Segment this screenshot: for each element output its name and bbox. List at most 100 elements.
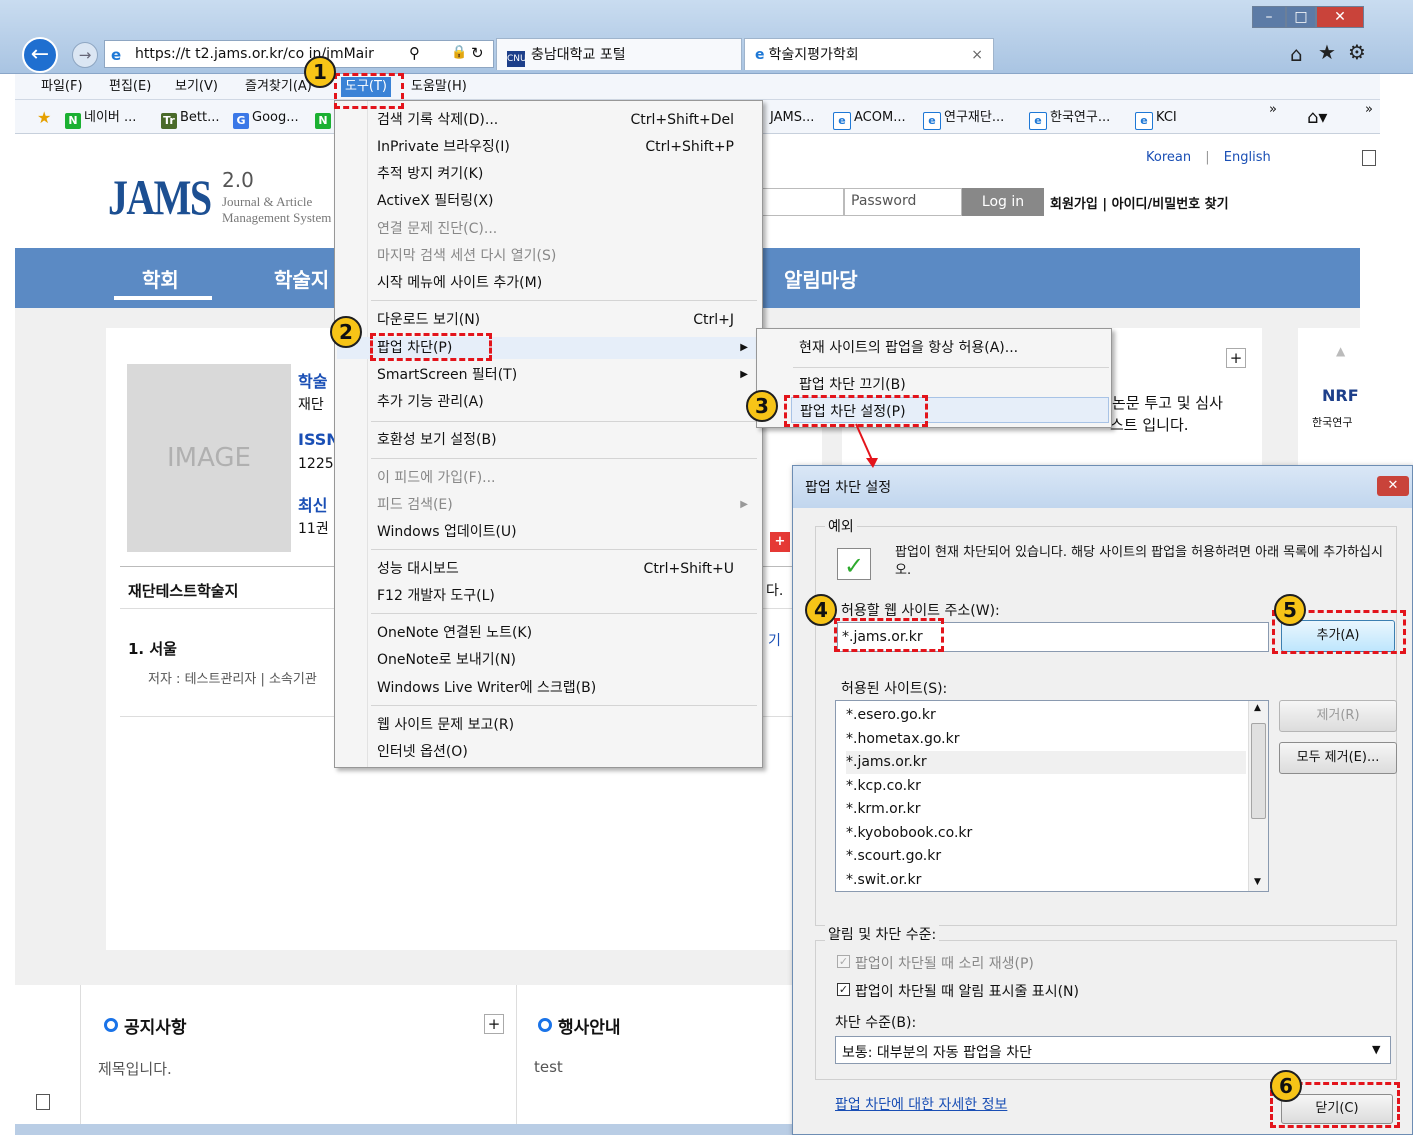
password-field[interactable]: Password <box>844 188 962 216</box>
fav-kci[interactable]: e KCI <box>1135 108 1177 130</box>
expand-plus-icon[interactable]: + <box>770 532 790 552</box>
page-scroll-down-icon[interactable] <box>36 1094 50 1110</box>
tab-close-icon[interactable]: × <box>971 39 983 71</box>
tools-menu-item[interactable]: 시작 메뉴에 사이트 추가(M) <box>337 272 760 294</box>
menu-file[interactable]: 파일(F) <box>37 77 87 97</box>
allowed-site-item[interactable]: *.kcp.co.kr <box>846 775 1246 798</box>
tools-menu-item[interactable]: 이 피드에 가입(F)... <box>337 467 760 489</box>
fav-bett[interactable]: Tr Bett... <box>161 108 220 129</box>
fav-naver2[interactable]: N <box>315 108 334 129</box>
tools-menu-item[interactable]: Windows Live Writer에 스크랩(B) <box>337 677 760 699</box>
allowed-site-item[interactable]: *.scourt.go.kr <box>846 845 1246 868</box>
tools-menu-item[interactable]: Windows 업데이트(U) <box>337 521 760 543</box>
journal-name-link[interactable]: 학술 <box>298 368 327 392</box>
allowed-site-item[interactable]: *.hometax.go.kr <box>846 728 1246 751</box>
tools-menu-item[interactable]: InPrivate 브라우징(I) Ctrl+Shift+P <box>337 136 760 158</box>
tab-jams[interactable]: e 학술지평가학회 × <box>744 38 994 70</box>
allowed-site-item[interactable]: *.krm.or.kr <box>846 798 1246 821</box>
nav-society[interactable]: 학회 <box>142 264 179 293</box>
tools-menu-item[interactable]: 추적 방지 켜기(K) <box>337 163 760 185</box>
more-info-link[interactable]: 팝업 차단에 대한 자세한 정보 <box>835 1094 1007 1114</box>
tab-portal[interactable]: CNU 충남대학교 포털 <box>496 38 742 70</box>
fav-chevron-icon[interactable]: » <box>1269 100 1277 120</box>
tools-menu-item[interactable]: 웹 사이트 문제 보고(R) <box>337 714 760 736</box>
back-button[interactable]: ← <box>22 37 58 73</box>
more-link[interactable]: 기 <box>768 630 781 650</box>
tools-menu-item[interactable]: 다운로드 보기(N) Ctrl+J <box>337 309 760 331</box>
dialog-close-button[interactable]: ✕ <box>1377 476 1409 496</box>
allowed-site-item[interactable]: *.esero.go.kr <box>846 704 1246 727</box>
jams-logo[interactable]: JAMS 2.0 Journal & Article Management Sy… <box>108 168 331 226</box>
fav-acom[interactable]: e ACOM... <box>833 108 906 130</box>
tools-menu-item[interactable]: OneNote로 보내기(N) <box>337 649 760 671</box>
search-icon[interactable]: ⚲ <box>409 44 420 62</box>
tools-menu-item[interactable]: SmartScreen 필터(T) ▶ <box>337 364 760 386</box>
submenu-separator <box>793 367 1109 368</box>
id-field[interactable] <box>762 188 844 216</box>
allowed-sites-list[interactable]: *.esero.go.kr *.hometax.go.kr *.jams.or.kr… <box>835 700 1269 892</box>
fav-jams[interactable]: JAMS... <box>770 108 814 128</box>
tools-menu-item[interactable]: 호환성 보기 설정(B) <box>337 429 760 451</box>
notice-plus-button[interactable]: + <box>484 1014 504 1034</box>
tools-menu-item[interactable]: F12 개발자 도구(L) <box>337 585 760 607</box>
tools-menu-item[interactable]: 피드 검색(E) ▶ <box>337 494 760 516</box>
fav-label: 네이버 ... <box>84 110 137 125</box>
remove-all-button[interactable]: 모두 제거(E)... <box>1279 742 1397 774</box>
address-bar[interactable]: e https://t t2.jams.or.kr/co in/jmMair ⚲… <box>104 40 494 68</box>
toolbar-chevron-icon[interactable]: » <box>1365 100 1373 120</box>
tools-menu-item[interactable]: 검색 기록 삭제(D)... Ctrl+Shift+Del <box>337 109 760 131</box>
banner-up-icon[interactable]: ▲ <box>1336 344 1345 358</box>
tools-menu-item[interactable]: 성능 대시보드 Ctrl+Shift+U <box>337 558 760 580</box>
login-button[interactable]: Log in <box>962 188 1044 216</box>
submenu-turn-off[interactable]: 팝업 차단 끄기(B) <box>799 374 906 394</box>
allowed-site-item[interactable]: *.swit.or.kr <box>846 869 1246 892</box>
notice-item-link[interactable]: 제목입니다. <box>98 1058 172 1079</box>
panel-plus-button[interactable]: + <box>1226 348 1246 368</box>
tools-menu-item[interactable]: 인터넷 옵션(O) <box>337 741 760 763</box>
scroll-down-icon[interactable]: ▼ <box>1254 877 1261 887</box>
nav-notice[interactable]: 알림마당 <box>784 264 858 293</box>
remove-button[interactable]: 제거(R) <box>1279 700 1397 732</box>
nav-journal[interactable]: 학술지 <box>274 264 334 293</box>
home-menu-icon[interactable]: ⌂▾ <box>1307 108 1327 128</box>
fav-nrf[interactable]: e 연구재단... <box>923 108 1004 130</box>
article-title-link[interactable]: 1. 서울 <box>128 638 177 659</box>
divider <box>80 985 81 1125</box>
menu-favorites[interactable]: 즐겨찾기(A) <box>241 77 316 97</box>
home-icon[interactable]: ⌂ <box>1290 42 1303 66</box>
nrf-logo[interactable]: NRF <box>1322 386 1359 405</box>
scroll-thumb[interactable] <box>1251 723 1266 819</box>
refresh-icon[interactable]: ↻ <box>471 44 484 62</box>
menu-help[interactable]: 도움말(H) <box>407 77 471 97</box>
fav-google[interactable]: G Goog... <box>233 108 299 129</box>
allowed-site-item[interactable]: *.kyobobook.co.kr <box>846 822 1246 845</box>
lang-korean-link[interactable]: Korean <box>1146 150 1191 165</box>
scroll-up-icon[interactable]: ▲ <box>1254 703 1261 713</box>
tools-menu-item[interactable]: OneNote 연결된 노트(K) <box>337 622 760 644</box>
forward-button[interactable]: → <box>72 42 98 68</box>
list-scrollbar[interactable]: ▲ ▼ <box>1248 701 1268 891</box>
fav-naver[interactable]: N 네이버 ... <box>65 108 137 129</box>
submenu-always-allow[interactable]: 현재 사이트의 팝업을 항상 허용(A)... <box>799 337 1018 357</box>
lang-english-link[interactable]: English <box>1224 150 1271 165</box>
favorites-star-icon[interactable]: ★ <box>1318 40 1336 64</box>
notification-bar-checkbox[interactable]: ✓ <box>837 983 850 996</box>
tools-menu-item[interactable]: 추가 기능 관리(A) <box>337 391 760 413</box>
fav-krf[interactable]: e 한국연구... <box>1029 108 1110 130</box>
maximize-button[interactable]: □ <box>1286 6 1316 28</box>
event-item-link[interactable]: test <box>534 1058 563 1076</box>
allowed-site-item[interactable]: *.jams.or.kr <box>846 751 1246 774</box>
tools-menu-item[interactable]: 연결 문제 진단(C)... <box>337 218 760 240</box>
level-select[interactable]: 보통: 대부분의 자동 팝업을 차단 ▼ <box>835 1036 1391 1064</box>
menu-edit[interactable]: 편집(E) <box>105 77 155 97</box>
tools-menu-item[interactable]: ActiveX 필터링(X) <box>337 190 760 212</box>
gear-icon[interactable]: ⚙ <box>1348 40 1366 64</box>
account-links[interactable]: 회원가입 | 아이디/비밀번호 찾기 <box>1050 193 1229 212</box>
sound-checkbox[interactable]: ✓ <box>837 955 850 968</box>
close-window-button[interactable]: ✕ <box>1316 6 1364 28</box>
minimize-button[interactable]: – <box>1252 6 1286 28</box>
menu-view[interactable]: 보기(V) <box>171 77 222 97</box>
tools-menu-item[interactable]: 마지막 검색 세션 다시 열기(S) <box>337 245 760 267</box>
favorites-add-icon[interactable]: ★ <box>37 108 51 128</box>
page-scroll-up-icon[interactable] <box>1362 150 1376 166</box>
